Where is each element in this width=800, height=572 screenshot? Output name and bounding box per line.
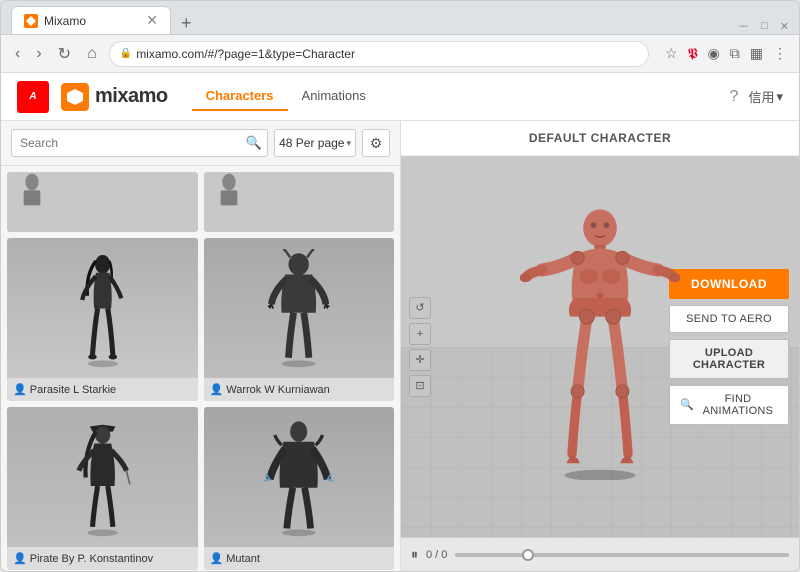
char-name: 👤 Parasite L Starkie [7, 378, 198, 401]
viewer-title: DEFAULT CHARACTER [401, 121, 799, 156]
right-panel: DEFAULT CHARACTER [401, 121, 799, 571]
timeline-slider[interactable] [455, 553, 789, 557]
play-button[interactable]: ⏸ [411, 546, 418, 563]
new-tab-button[interactable]: + [175, 13, 198, 34]
mixamo-logo-area: mixamo [61, 83, 168, 111]
back-button[interactable]: ‹ [11, 43, 24, 65]
tab-close-btn[interactable]: ✕ [146, 12, 158, 29]
main-layout: 🔍 48 Per page ▾ ⚙ [1, 121, 799, 571]
bookmark-icon[interactable]: ☆ [663, 43, 680, 64]
toolbar-icons: ☆ 𝕻 ◉ ⧉ ▦ ⋮ [663, 43, 789, 64]
tab-favicon [24, 14, 38, 28]
rss-icon[interactable]: ◉ [706, 43, 722, 64]
pinterest-icon[interactable]: 𝕻 [686, 43, 700, 64]
char-image-partial [7, 172, 198, 232]
app-nav: Characters Animations [192, 82, 380, 111]
tab-title: Mixamo [44, 14, 86, 28]
person-icon: 👤 [13, 384, 27, 396]
viewer-container: ↺ + ✛ ⊡ DOWNLOAD SEND TO AERO UPLOAD CHA… [401, 156, 799, 537]
lock-icon: 🔒 [120, 48, 132, 59]
char-image [204, 238, 395, 378]
viewer-reset-btn[interactable]: ⊡ [409, 375, 431, 397]
char-name: 👤 Mutant [204, 547, 395, 570]
mixamo-cube-icon [61, 83, 89, 111]
player-bar: ⏸ 0 / 0 [401, 537, 799, 571]
list-item[interactable]: 👤 Mutant [204, 407, 395, 570]
per-page-select[interactable]: 48 Per page ▾ [274, 129, 356, 157]
left-panel: 🔍 48 Per page ▾ ⚙ [1, 121, 401, 571]
header-right: ? 信用 ▾ [730, 87, 783, 106]
char-name: 👤 Pirate By P. Konstantinov [7, 547, 198, 570]
search-bar-row: 🔍 48 Per page ▾ ⚙ [1, 121, 400, 166]
person-icon: 👤 [13, 553, 27, 565]
address-bar-row: ‹ › ↻ ⌂ 🔒 mixamo.com/#/?page=1&type=Char… [1, 35, 799, 73]
more-icon[interactable]: ⋮ [771, 43, 789, 64]
filter-button[interactable]: ⚙ [362, 129, 390, 157]
char-image-partial [204, 172, 395, 232]
lang-button[interactable]: 信用 ▾ [748, 87, 783, 106]
lang-dropdown-icon: ▾ [776, 89, 783, 105]
address-text: mixamo.com/#/?page=1&type=Character [136, 47, 638, 61]
person-icon: 👤 [210, 553, 224, 565]
nav-tab-characters[interactable]: Characters [192, 82, 288, 111]
list-item[interactable]: 👤 Parasite L Starkie [7, 238, 198, 401]
timeline-thumb[interactable] [522, 549, 534, 561]
home-button[interactable]: ⌂ [83, 43, 101, 65]
char-name: 👤 Warrok W Kurniawan [204, 378, 395, 401]
per-page-arrow-icon: ▾ [346, 138, 351, 149]
refresh-button[interactable]: ↻ [54, 42, 75, 66]
forward-button[interactable]: › [32, 43, 45, 65]
extension-icon[interactable]: ⧉ [728, 43, 742, 64]
app-header: A mixamo Characters Animations ? 信用 ▾ [1, 73, 799, 121]
viewer-zoom-btn[interactable]: + [409, 323, 431, 345]
char-image [7, 407, 198, 547]
list-item[interactable] [204, 172, 395, 232]
person-icon: 👤 [210, 384, 224, 396]
browser-tab-mixamo[interactable]: Mixamo ✕ [11, 6, 171, 34]
address-bar[interactable]: 🔒 mixamo.com/#/?page=1&type=Character [109, 41, 649, 67]
char-image [204, 407, 395, 547]
help-icon[interactable]: ? [730, 88, 739, 106]
tab-bar: Mixamo ✕ + － □ ✕ [1, 1, 799, 35]
list-item[interactable]: 👤 Warrok W Kurniawan [204, 238, 395, 401]
nav-tab-animations[interactable]: Animations [288, 82, 380, 111]
timeline-text: 0 / 0 [426, 549, 447, 561]
list-item[interactable]: 👤 Pirate By P. Konstantinov [7, 407, 198, 570]
app-content: A mixamo Characters Animations ? 信用 ▾ [1, 73, 799, 571]
window-controls: － □ ✕ [738, 18, 789, 34]
sidebar-icon[interactable]: ▦ [748, 43, 765, 64]
brand-name: mixamo [95, 85, 168, 108]
viewer-character [481, 156, 720, 480]
character-grid: 👤 Parasite L Starkie [1, 166, 400, 571]
list-item[interactable] [7, 172, 198, 232]
browser-frame: Mixamo ✕ + － □ ✕ ‹ › ↻ ⌂ 🔒 mixamo.com/#/… [0, 0, 800, 572]
viewer-controls: ↺ + ✛ ⊡ [409, 297, 431, 397]
viewer-rotate-btn[interactable]: ↺ [409, 297, 431, 319]
search-icon-btn[interactable]: 🔍 [246, 135, 262, 151]
viewer-move-btn[interactable]: ✛ [409, 349, 431, 371]
search-input[interactable] [11, 129, 268, 157]
grid-wrapper: 👤 Parasite L Starkie [1, 166, 400, 571]
char-image [7, 238, 198, 378]
adobe-logo: A [17, 81, 49, 113]
search-input-wrap: 🔍 [11, 129, 268, 157]
